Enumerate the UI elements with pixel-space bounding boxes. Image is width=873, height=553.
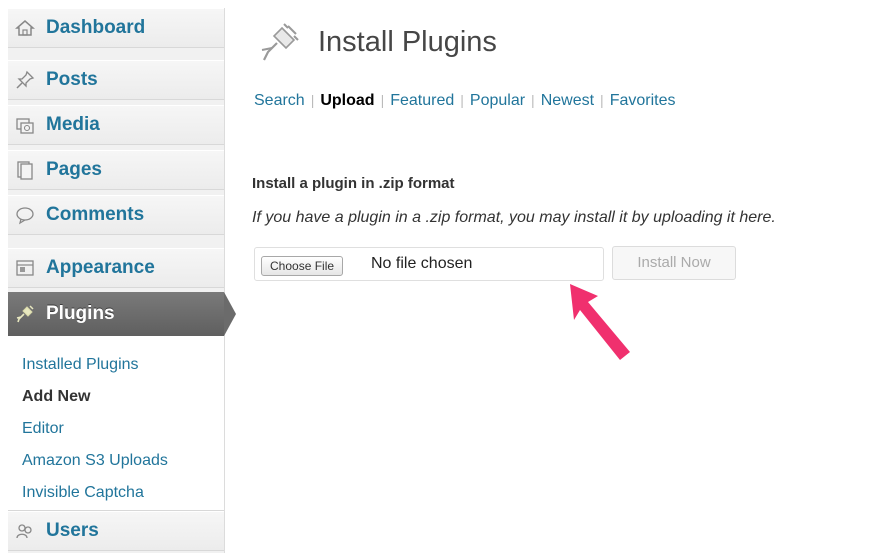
submenu-amazon-s3-uploads[interactable]: Amazon S3 Uploads [22, 452, 168, 470]
sidebar-item-pages[interactable]: Pages [8, 150, 224, 190]
pages-icon [14, 159, 36, 181]
sidebar-item-label: Appearance [46, 257, 155, 278]
sidebar-item-label: Users [46, 520, 99, 541]
sidebar-item-label: Comments [46, 204, 145, 225]
plugins-submenu: Installed Plugins Add New Editor Amazon … [8, 336, 224, 511]
main-content: Install Plugins Search | Upload | Featured | P… [236, 0, 873, 553]
tab-separator: | [310, 92, 315, 108]
tab-newest[interactable]: Newest [541, 92, 594, 109]
comment-bubble-icon [14, 204, 36, 226]
plugin-install-tabs: Search | Upload | Featured | Popular | Newest | Fa… [254, 92, 675, 110]
sidebar-item-comments[interactable]: Comments [8, 195, 224, 235]
tab-popular[interactable]: Popular [470, 92, 525, 109]
sidebar-item-dashboard[interactable]: Dashboard [8, 8, 224, 48]
submenu-add-new[interactable]: Add New [22, 388, 90, 406]
upload-section-description: If you have a plugin in a .zip format, y… [252, 209, 776, 226]
tab-separator: | [460, 92, 464, 108]
tab-favorites[interactable]: Favorites [610, 92, 676, 109]
page-title: Install Plugins [318, 26, 497, 58]
install-now-button[interactable]: Install Now [612, 246, 736, 280]
tab-separator: | [380, 92, 385, 108]
admin-sidebar: Dashboard Posts Media Pages Comments App… [8, 8, 225, 553]
choose-file-button[interactable]: Choose File [261, 256, 344, 276]
tab-featured[interactable]: Featured [390, 92, 454, 109]
current-menu-pointer [224, 292, 236, 336]
plugins-page-icon [258, 22, 299, 66]
menu-separator [8, 48, 224, 56]
sidebar-item-appearance[interactable]: Appearance [8, 248, 224, 288]
sidebar-item-posts[interactable]: Posts [8, 60, 224, 100]
sidebar-item-label: Plugins [46, 303, 115, 324]
users-icon [14, 520, 36, 542]
appearance-icon [14, 257, 36, 279]
tab-separator: | [600, 92, 604, 108]
sidebar-item-label: Media [46, 114, 100, 135]
submenu-editor[interactable]: Editor [22, 420, 64, 438]
sidebar-item-label: Pages [46, 159, 102, 180]
plug-icon [14, 303, 36, 325]
sidebar-item-media[interactable]: Media [8, 105, 224, 145]
annotation-arrow [570, 284, 630, 360]
pushpin-icon [14, 69, 36, 91]
media-icon [14, 114, 36, 136]
sidebar-item-label: Posts [46, 69, 98, 90]
file-status-text: No file chosen [371, 255, 473, 272]
dashboard-icon [14, 17, 36, 39]
upload-section-heading: Install a plugin in .zip format [252, 175, 455, 192]
sidebar-item-users[interactable]: Users [8, 511, 224, 551]
plugin-zip-file-input[interactable]: Choose File No file chosen [254, 247, 604, 281]
sidebar-item-label: Dashboard [46, 17, 146, 38]
tab-upload[interactable]: Upload [320, 92, 374, 109]
submenu-invisible-captcha[interactable]: Invisible Captcha [22, 484, 144, 502]
submenu-installed-plugins[interactable]: Installed Plugins [22, 356, 139, 374]
tab-search[interactable]: Search [254, 92, 305, 109]
tab-separator: | [531, 92, 535, 108]
sidebar-item-plugins[interactable]: Plugins [8, 292, 224, 336]
menu-separator [8, 235, 224, 243]
